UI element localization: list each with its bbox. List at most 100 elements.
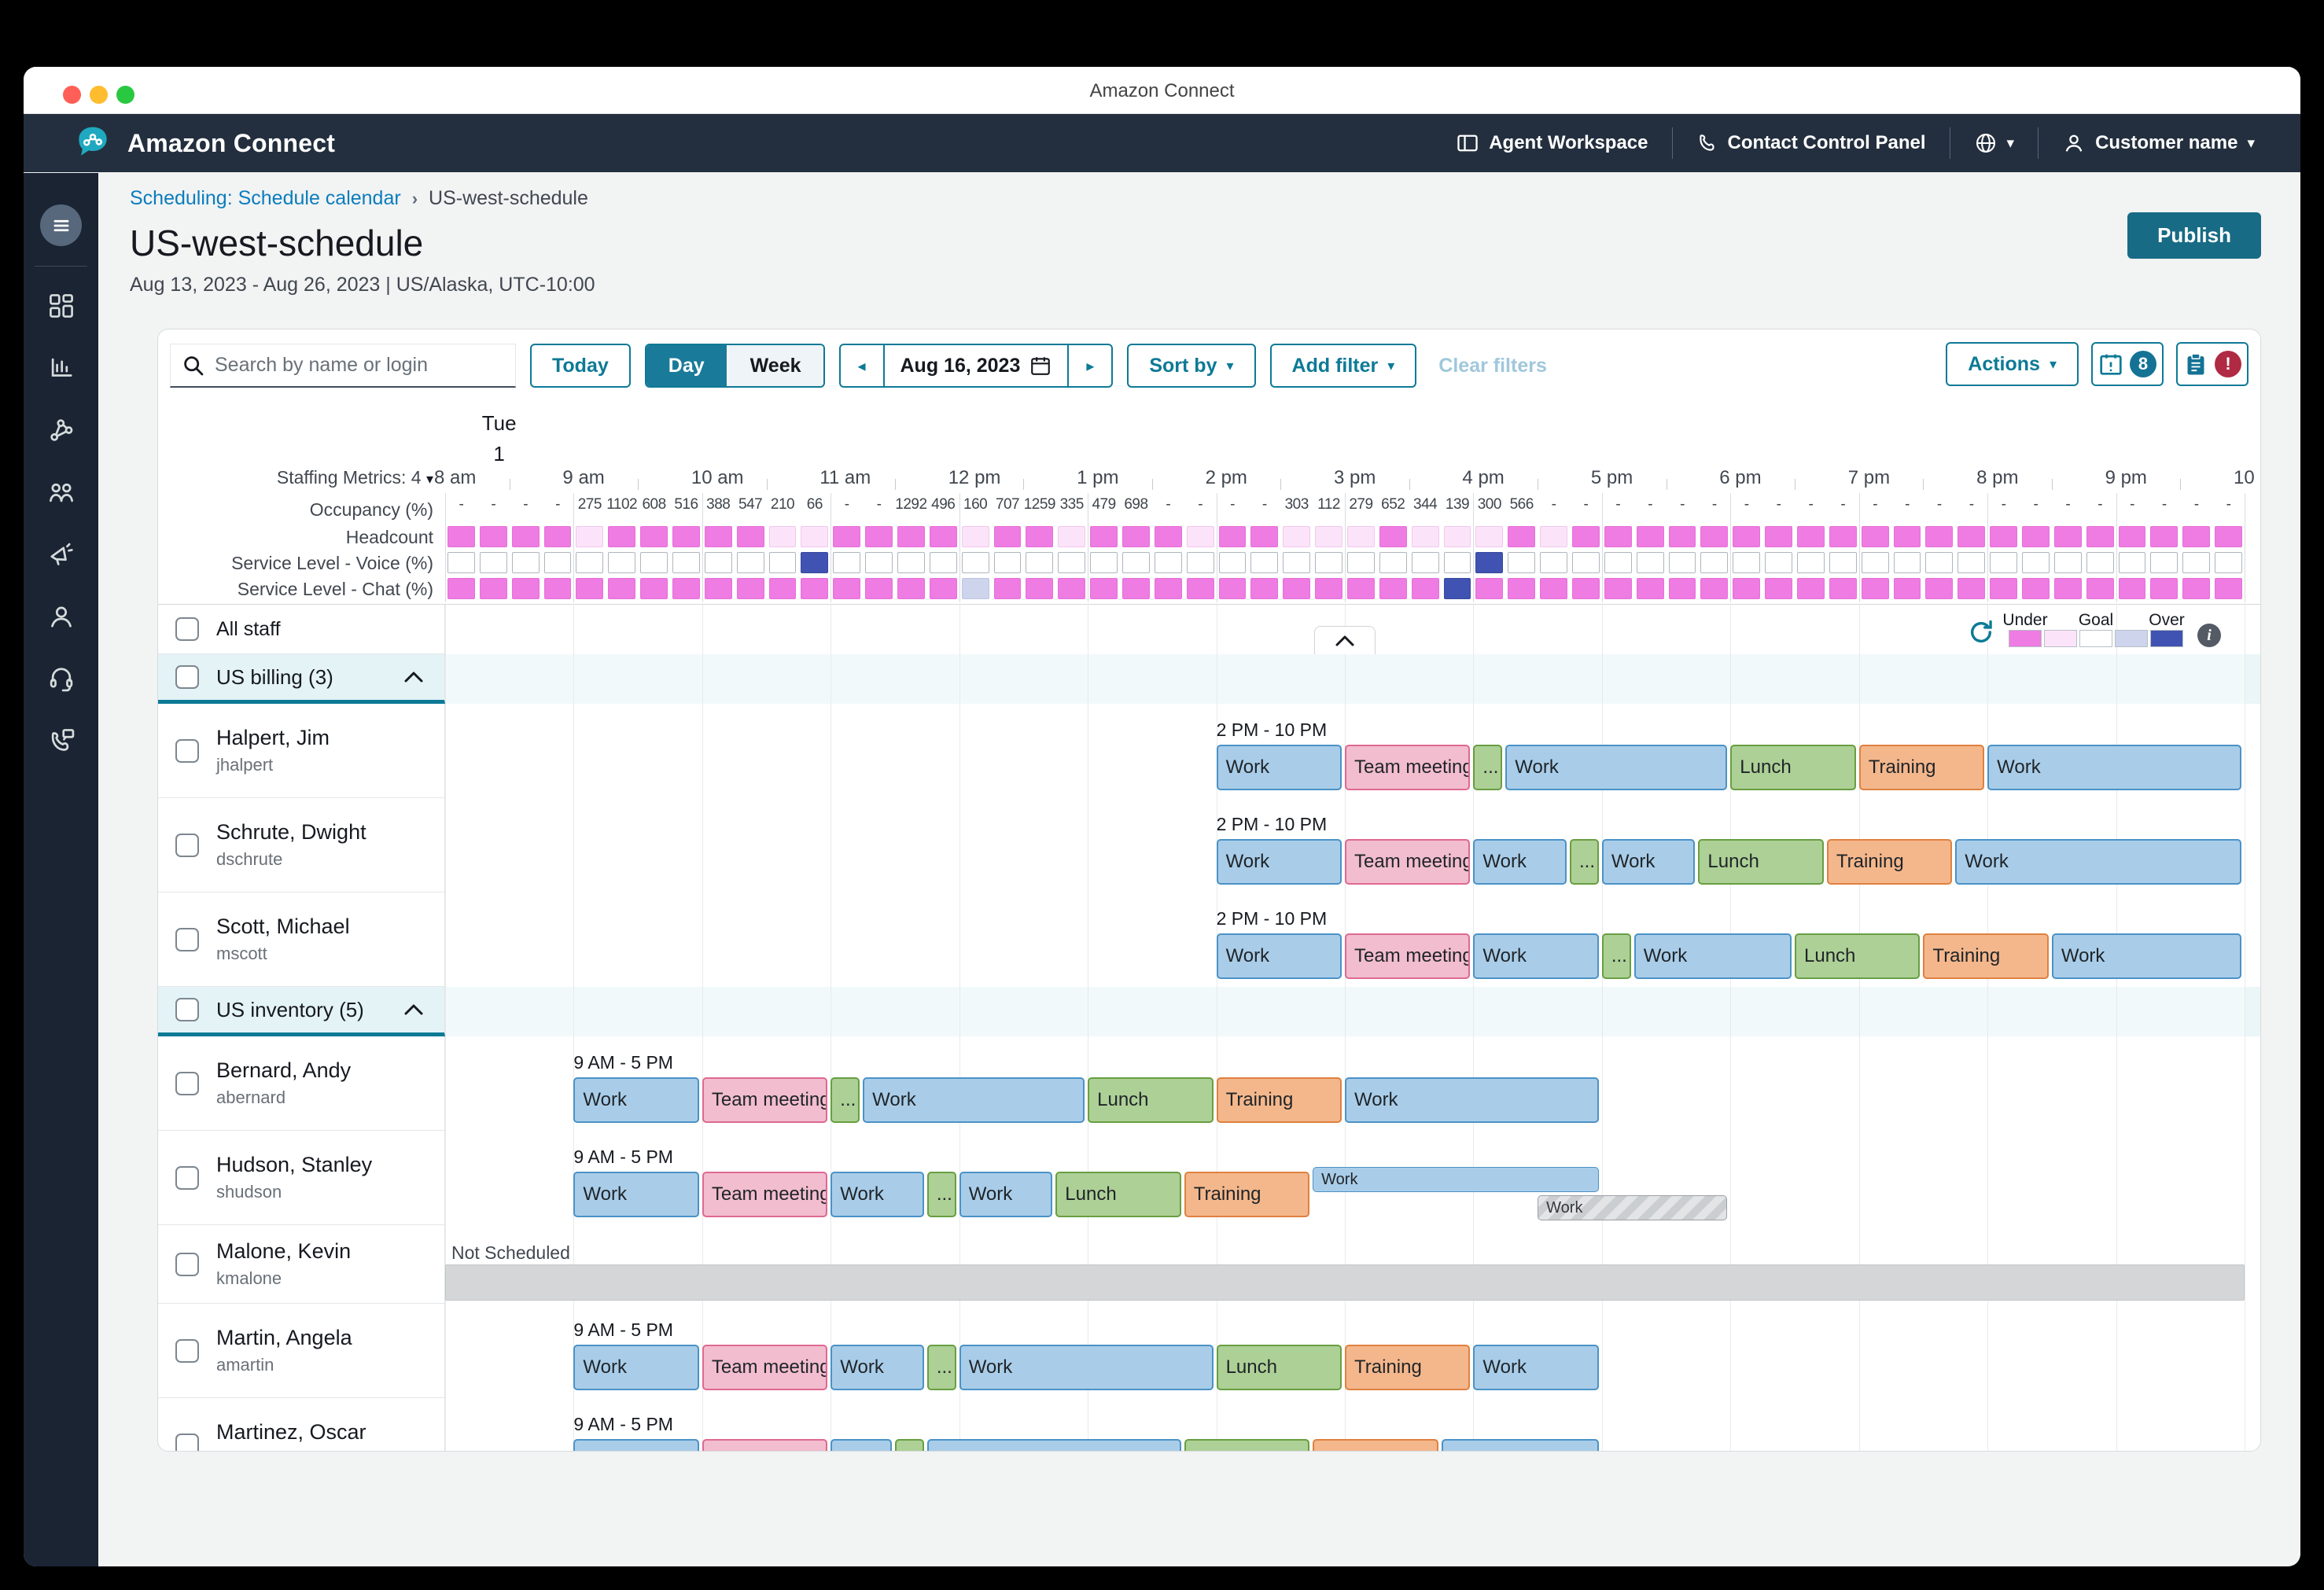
schedule-bar[interactable]: Training [1827,839,1952,885]
schedule-bar[interactable]: Work [1442,1439,1599,1452]
schedule-bar[interactable]: Work [2052,933,2241,979]
staff-checkbox[interactable] [175,739,199,763]
schedule-alerts-button[interactable]: 8 [2091,342,2164,386]
schedule-bar[interactable]: ... [1473,745,1502,790]
today-button[interactable]: Today [530,344,631,388]
group-checkbox[interactable] [175,998,199,1021]
schedule-bar[interactable]: Work [1505,745,1727,790]
schedule-bar[interactable]: Work [1217,933,1342,979]
schedule-bar[interactable]: Work [1345,1077,1599,1123]
schedule-bar[interactable]: Lunch [1055,1172,1180,1217]
schedule-bar[interactable]: Team meeting [1345,839,1470,885]
dashboard-icon[interactable] [46,291,76,321]
users-icon[interactable] [46,477,76,507]
staffing-metrics-selector[interactable]: Staffing Metrics: 4 ▾ [277,467,433,488]
schedule-bar[interactable]: Work [1217,839,1342,885]
schedule-bar[interactable]: Work [1473,839,1567,885]
rules-violations-button[interactable]: ! [2176,342,2248,386]
schedule-bar[interactable]: Team meeting [1345,745,1470,790]
breadcrumb-schedule-calendar-link[interactable]: Scheduling: Schedule calendar [130,187,401,210]
schedule-bar[interactable]: Work [831,1439,892,1452]
all-staff-checkbox[interactable] [175,617,199,641]
customer-menu[interactable]: Customer name ▾ [2039,131,2278,155]
schedule-bar[interactable]: Work [1634,933,1792,979]
collapse-group-icon[interactable] [403,1003,424,1016]
staff-checkbox[interactable] [175,1434,199,1452]
schedule-bar[interactable]: Training [1923,933,2048,979]
language-selector[interactable]: ▾ [1950,131,2039,155]
schedule-bar[interactable]: Work [1473,1345,1598,1390]
staff-checkbox[interactable] [175,1253,199,1276]
schedule-bar[interactable]: Lunch [1184,1439,1309,1452]
refresh-icon[interactable] [1968,619,1994,646]
agent-workspace-link[interactable]: Agent Workspace [1432,131,1671,155]
schedule-bar[interactable]: Work [927,1439,1181,1452]
schedule-bar[interactable]: Team meeting [702,1345,827,1390]
schedule-bar[interactable]: Team meeting [702,1077,827,1123]
collapse-metrics-button[interactable] [1314,626,1376,654]
schedule-bar[interactable]: ... [927,1345,956,1390]
previous-day-button[interactable]: ◂ [841,345,883,386]
schedule-bar[interactable]: Lunch [1698,839,1823,885]
schedule-bar[interactable]: Team meeting [702,1439,827,1452]
contact-phone-icon[interactable] [46,726,76,756]
schedule-bar[interactable]: Work [959,1172,1053,1217]
sort-by-dropdown[interactable]: Sort by▾ [1127,344,1255,388]
schedule-bar[interactable]: Training [1184,1172,1309,1217]
tab-day[interactable]: Day [646,345,727,386]
profile-icon[interactable] [46,602,76,631]
schedule-bar[interactable]: Training [1313,1439,1438,1452]
schedule-bar[interactable]: Team meeting [1345,933,1470,979]
staff-checkbox[interactable] [175,834,199,857]
schedule-bar[interactable]: ... [895,1439,924,1452]
actions-dropdown[interactable]: Actions▾ [1946,342,2079,386]
staff-checkbox[interactable] [175,928,199,951]
schedule-bar[interactable]: Work [831,1172,924,1217]
collapse-group-icon[interactable] [403,671,424,683]
add-filter-dropdown[interactable]: Add filter▾ [1270,344,1417,388]
schedule-bar[interactable]: Work [831,1345,924,1390]
schedule-bar[interactable]: Work [573,1077,698,1123]
analytics-icon[interactable] [46,353,76,383]
schedule-bar[interactable]: Team meeting [702,1172,827,1217]
schedule-bar[interactable]: Work [1217,745,1342,790]
routing-flow-icon[interactable] [46,415,76,445]
schedule-bar[interactable]: Work [1987,745,2241,790]
schedule-bar[interactable]: Work [863,1077,1085,1123]
schedule-bar[interactable]: Work [1602,839,1696,885]
schedule-bar[interactable]: Work [1313,1167,1599,1192]
tab-week[interactable]: Week [727,345,823,386]
schedule-bar[interactable]: Training [1859,745,1984,790]
schedule-bar[interactable]: Lunch [1730,745,1855,790]
schedule-bar[interactable]: Training [1217,1077,1342,1123]
announcements-icon[interactable] [46,539,76,569]
staff-checkbox[interactable] [175,1339,199,1363]
schedule-bar[interactable]: ... [927,1172,956,1217]
schedule-bar[interactable]: Lunch [1795,933,1920,979]
search-input[interactable] [215,354,504,377]
schedule-bar[interactable]: Work [959,1345,1214,1390]
schedule-bar[interactable]: ... [1602,933,1631,979]
schedule-bar[interactable]: Work [573,1345,698,1390]
staff-checkbox[interactable] [175,1072,199,1095]
schedule-bar[interactable]: Work [1538,1195,1727,1220]
menu-icon[interactable] [40,204,82,246]
next-day-button[interactable]: ▸ [1069,345,1111,386]
publish-button[interactable]: Publish [2127,212,2261,259]
group-checkbox[interactable] [175,665,199,689]
contact-control-panel-link[interactable]: Contact Control Panel [1673,132,1950,154]
schedule-bar[interactable]: Work [573,1172,698,1217]
staff-checkbox[interactable] [175,1166,199,1190]
info-icon[interactable]: i [2197,624,2221,647]
support-headset-icon[interactable] [46,664,76,694]
schedule-bar[interactable]: Training [1345,1345,1470,1390]
schedule-bar[interactable]: ... [831,1077,860,1123]
schedule-bar[interactable]: Lunch [1217,1345,1342,1390]
schedule-bar[interactable]: Work [1473,933,1598,979]
schedule-bar[interactable]: Lunch [1088,1077,1213,1123]
schedule-bar[interactable]: Work [573,1439,698,1452]
clear-filters-link[interactable]: Clear filters [1438,355,1547,377]
date-picker[interactable]: Aug 16, 2023 [883,345,1070,386]
schedule-bar[interactable]: Work [1955,839,2241,885]
schedule-bar[interactable]: ... [1570,839,1599,885]
